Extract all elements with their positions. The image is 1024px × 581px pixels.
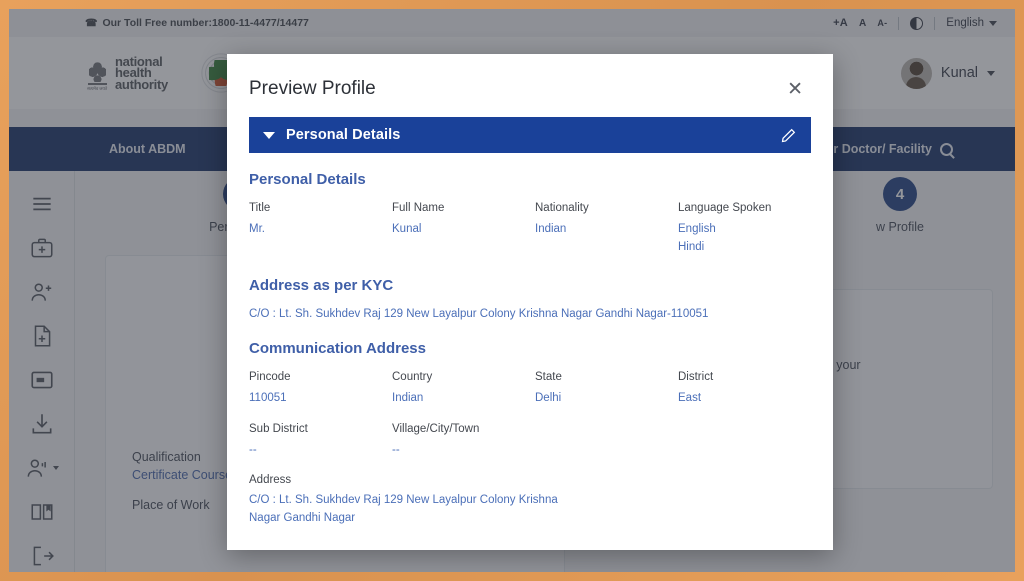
- field-label: State: [535, 370, 562, 383]
- field-value: --: [249, 444, 257, 457]
- field-label: Nationality: [535, 202, 589, 214]
- close-icon[interactable]: ✕: [783, 78, 807, 101]
- field-value: Kunal: [392, 223, 422, 235]
- communication-address-row-1: Pincode 110051 Country Indian State Delh…: [249, 371, 811, 407]
- field-value: C/O : Lt. Sh. Sukhdev Raj 129 New Layalp…: [249, 493, 558, 525]
- field-title: Title Mr.: [249, 202, 382, 257]
- field-sub-district: Sub District --: [249, 423, 382, 459]
- field-label: Country: [392, 370, 433, 383]
- kyc-address-value: C/O : Lt. Sh. Sukhdev Raj 129 New Layalp…: [249, 307, 709, 320]
- field-value: 110051: [249, 391, 287, 404]
- field-label: District: [678, 370, 714, 383]
- screenshot-frame: ☎ Our Toll Free number:1800-11-4477/1447…: [0, 0, 1024, 581]
- field-label: Title: [249, 202, 271, 214]
- field-state: State Delhi: [535, 371, 668, 407]
- personal-details-accordion-header[interactable]: Personal Details: [249, 117, 811, 153]
- pencil-edit-icon[interactable]: [780, 127, 797, 144]
- field-value: East: [678, 391, 702, 404]
- field-label: Pincode: [249, 370, 291, 383]
- communication-address-row-2: Sub District -- Village/City/Town --: [249, 423, 811, 459]
- modal-title: Preview Profile: [249, 78, 376, 99]
- field-value: Mr.: [249, 223, 265, 235]
- field-label: Address: [249, 473, 292, 486]
- section-title-personal-details: Personal Details: [249, 171, 366, 188]
- field-village-city-town: Village/City/Town --: [392, 423, 525, 459]
- field-language-spoken: Language Spoken English Hindi: [678, 202, 811, 257]
- field-label: Sub District: [249, 423, 308, 436]
- modal-header: Preview Profile ✕: [227, 54, 833, 111]
- modal-body: Personal Details Title Mr. Full Name Kun…: [227, 153, 833, 550]
- field-full-name: Full Name Kunal: [392, 202, 525, 257]
- section-title-kyc-address: Address as per KYC: [249, 276, 394, 294]
- field-label: Village/City/Town: [392, 423, 480, 436]
- page-background: ☎ Our Toll Free number:1800-11-4477/1447…: [9, 9, 1015, 572]
- accordion-label: Personal Details: [286, 127, 401, 143]
- field-value: --: [392, 444, 400, 457]
- chevron-down-icon[interactable]: [263, 131, 275, 139]
- field-value: Indian: [392, 391, 424, 404]
- field-pincode: Pincode 110051: [249, 371, 382, 407]
- field-address: Address C/O : Lt. Sh. Sukhdev Raj 129 Ne…: [249, 474, 811, 528]
- field-country: Country Indian: [392, 371, 525, 407]
- preview-profile-modal: Preview Profile ✕ Personal Details Perso…: [227, 54, 833, 550]
- field-district: District East: [678, 371, 811, 407]
- section-title-communication-address: Communication Address: [249, 339, 426, 357]
- field-nationality: Nationality Indian: [535, 202, 668, 257]
- field-value: Delhi: [535, 391, 562, 404]
- personal-details-grid: Title Mr. Full Name Kunal Nationality In…: [249, 202, 811, 257]
- field-value: English Hindi: [678, 223, 716, 254]
- field-value: Indian: [535, 223, 567, 235]
- field-label: Language Spoken: [678, 202, 772, 214]
- field-label: Full Name: [392, 202, 445, 214]
